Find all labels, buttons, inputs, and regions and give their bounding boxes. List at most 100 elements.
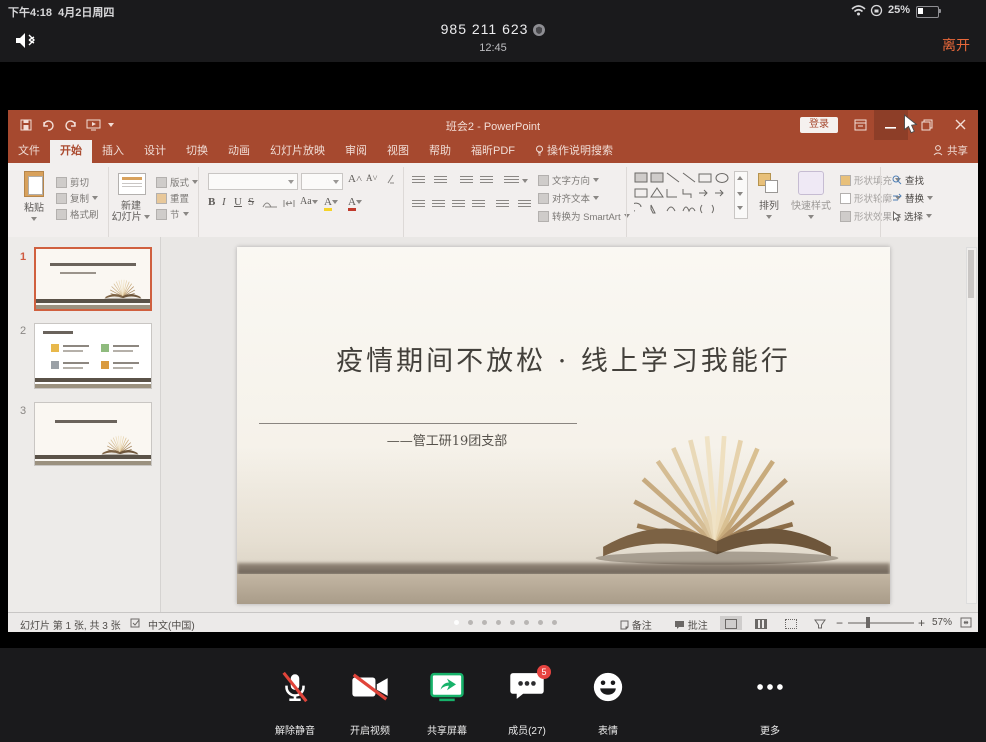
new-slide-label[interactable]: 新建幻灯片 xyxy=(108,201,154,223)
slide-sorter-view-button[interactable] xyxy=(750,616,772,630)
copy-button[interactable]: 复制 xyxy=(56,191,98,205)
person-icon xyxy=(933,145,943,156)
tab-design[interactable]: 设计 xyxy=(134,140,176,163)
tab-tell-me[interactable]: 操作说明搜索 xyxy=(525,140,623,163)
unmute-button[interactable]: 解除静音 xyxy=(257,670,333,709)
font-name-select[interactable] xyxy=(208,173,298,190)
fit-to-window-icon[interactable] xyxy=(960,617,972,628)
slide-thumbnail-2[interactable] xyxy=(34,323,152,389)
tab-home[interactable]: 开始 xyxy=(50,140,92,163)
shrink-font-button[interactable]: A˅ xyxy=(366,173,378,183)
close-button[interactable] xyxy=(944,110,978,140)
leave-meeting-button[interactable]: 离开 xyxy=(942,35,970,55)
wifi-icon xyxy=(851,5,866,16)
bullets-icon[interactable] xyxy=(412,176,425,185)
tab-file[interactable]: 文件 xyxy=(8,140,50,163)
justify-icon[interactable] xyxy=(472,200,485,209)
tab-slideshow[interactable]: 幻灯片放映 xyxy=(260,140,335,163)
change-case-button[interactable]: Aa xyxy=(300,196,318,207)
share-button[interactable]: 共享 xyxy=(933,143,968,158)
align-left-icon[interactable] xyxy=(412,200,425,209)
font-size-select[interactable] xyxy=(301,173,343,190)
meeting-elapsed-time: 12:45 xyxy=(0,42,986,54)
underline-button[interactable]: U xyxy=(234,196,242,208)
highlight-button[interactable]: A xyxy=(324,196,338,208)
strikethrough-button[interactable]: S xyxy=(248,196,254,208)
numbering-icon[interactable] xyxy=(434,176,447,185)
increase-indent-icon[interactable] xyxy=(480,176,493,185)
editor-area: 1 2 xyxy=(8,237,978,612)
text-direction-button[interactable]: 文字方向 xyxy=(538,173,599,187)
line-spacing-icon[interactable] xyxy=(504,176,519,185)
emoji-button[interactable]: 表情 xyxy=(570,670,646,709)
layout-button[interactable]: 版式 xyxy=(156,175,198,189)
thumb-number-2: 2 xyxy=(20,325,26,337)
pp-status-bar: 幻灯片 第 1 张, 共 3 张 中文(中国) 备注 批注 − + 57% xyxy=(8,612,978,632)
paragraph-more-icon[interactable] xyxy=(518,200,531,209)
meeting-id[interactable]: 985 211 623 xyxy=(0,21,986,37)
section-button[interactable]: 节 xyxy=(156,207,189,221)
cut-button[interactable]: 剪切 xyxy=(56,175,89,189)
reading-view-button[interactable] xyxy=(780,616,802,630)
tab-help[interactable]: 帮助 xyxy=(419,140,461,163)
shapes-gallery-scroll[interactable] xyxy=(734,171,748,219)
quick-styles-button[interactable]: 快速样式 xyxy=(790,201,832,223)
tab-animations[interactable]: 动画 xyxy=(218,140,260,163)
thumb-number-3: 3 xyxy=(20,405,26,417)
status-dots xyxy=(454,620,557,625)
ribbon-display-options-icon[interactable] xyxy=(854,119,867,131)
start-video-button[interactable]: 开启视频 xyxy=(332,670,408,709)
tab-view[interactable]: 视图 xyxy=(377,140,419,163)
ios-status-bar: 下午4:18 4月2日周四 25% 985 211 623 12:45 离开 xyxy=(0,0,986,62)
slideshow-view-icon[interactable] xyxy=(814,619,826,629)
find-button[interactable]: 查找 xyxy=(892,173,924,187)
slide-thumbnail-1[interactable] xyxy=(34,247,152,311)
font-color-button[interactable]: A xyxy=(348,196,362,208)
grow-font-button[interactable]: A˄ xyxy=(348,173,362,185)
zoom-percent[interactable]: 57% xyxy=(932,617,952,628)
replace-button[interactable]: 替换 xyxy=(892,191,933,205)
zoom-in-button[interactable]: + xyxy=(918,616,925,630)
language-indicator[interactable]: 中文(中国) xyxy=(148,617,195,632)
share-screen-button[interactable]: 共享屏幕 xyxy=(409,670,485,709)
align-center-icon[interactable] xyxy=(432,200,445,209)
paste-label[interactable]: 粘贴 xyxy=(14,203,54,225)
decrease-indent-icon[interactable] xyxy=(460,176,473,185)
bold-button[interactable]: B xyxy=(208,196,215,208)
more-dots-icon xyxy=(753,670,787,704)
text-shadow-icon[interactable] xyxy=(262,199,278,209)
char-spacing-icon[interactable] xyxy=(282,198,296,209)
normal-view-button[interactable] xyxy=(720,616,742,630)
tab-insert[interactable]: 插入 xyxy=(92,140,134,163)
tab-review[interactable]: 审阅 xyxy=(335,140,377,163)
login-button[interactable]: 登录 xyxy=(800,117,838,133)
comments-button[interactable]: 批注 xyxy=(674,617,708,632)
vertical-scrollbar[interactable] xyxy=(966,247,977,604)
format-painter-button[interactable]: 格式刷 xyxy=(56,207,99,221)
new-slide-button[interactable] xyxy=(118,173,146,195)
select-button[interactable]: 选择 xyxy=(892,209,932,223)
ribbon: 粘贴 剪切 复制 格式刷 剪贴板 新建幻灯片 版式 重置 节 幻灯片 xyxy=(8,163,978,238)
zoom-slider-track[interactable] xyxy=(848,622,914,624)
align-right-icon[interactable] xyxy=(452,200,465,209)
notes-button[interactable]: 备注 xyxy=(620,617,652,632)
slide-thumbnail-3[interactable] xyxy=(34,402,152,466)
smartart-button[interactable]: 转换为 SmartArt xyxy=(538,209,630,223)
slide-canvas[interactable]: 疫情期间不放松 · 线上学习我能行 ——管工研19团支部 xyxy=(237,247,890,604)
italic-button[interactable]: I xyxy=(222,196,226,208)
members-button[interactable]: 5 成员(27) xyxy=(489,670,565,707)
shapes-gallery[interactable] xyxy=(634,171,730,217)
reset-button[interactable]: 重置 xyxy=(156,191,189,205)
tab-foxit-pdf[interactable]: 福昕PDF xyxy=(461,140,525,163)
align-text-button[interactable]: 对齐文本 xyxy=(538,191,599,205)
spellcheck-icon[interactable] xyxy=(130,617,142,629)
clear-format-icon[interactable] xyxy=(386,174,397,185)
slide-title[interactable]: 疫情期间不放松 · 线上学习我能行 xyxy=(237,339,890,378)
zoom-slider-thumb[interactable] xyxy=(866,617,870,628)
paste-button[interactable] xyxy=(22,171,46,201)
zoom-out-button[interactable]: − xyxy=(836,616,843,630)
columns-icon[interactable] xyxy=(496,200,509,209)
tab-transitions[interactable]: 切换 xyxy=(176,140,218,163)
more-button[interactable]: 更多 xyxy=(732,670,808,709)
arrange-button[interactable]: 排列 xyxy=(750,201,788,223)
